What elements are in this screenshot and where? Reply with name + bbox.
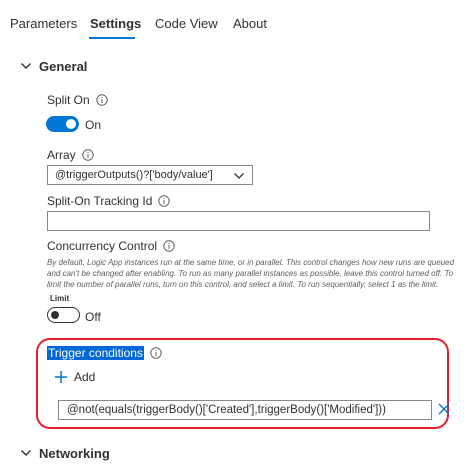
limit-label: Limit — [50, 294, 70, 303]
info-icon[interactable] — [150, 347, 162, 359]
info-icon[interactable] — [81, 149, 94, 161]
array-value: @triggerOutputs()?['body/value'] — [55, 169, 213, 181]
trigger-conditions-label-row: Trigger conditions — [47, 346, 162, 360]
concurrency-description: By default, Logic App instances run at t… — [47, 258, 455, 289]
add-condition-button[interactable]: Add — [54, 370, 95, 384]
general-section-header[interactable]: General — [20, 56, 87, 76]
chevron-down-icon — [21, 450, 31, 456]
split-on-toggle[interactable] — [46, 116, 79, 132]
tracking-label: Split-On Tracking Id — [47, 194, 153, 208]
info-icon[interactable] — [158, 195, 171, 207]
plus-icon — [55, 371, 67, 383]
tab-bar: Parameters Settings Code View About — [0, 0, 474, 42]
split-on-label: Split On — [47, 93, 90, 107]
active-tab-indicator — [89, 37, 135, 39]
add-label: Add — [74, 370, 96, 384]
array-label: Array — [47, 148, 76, 162]
limit-toggle[interactable] — [47, 307, 80, 323]
general-section-title: General — [39, 58, 88, 74]
split-on-state: On — [85, 118, 102, 132]
close-icon[interactable] — [437, 402, 451, 416]
tracking-label-row: Split-On Tracking Id — [47, 194, 171, 208]
array-label-row: Array — [47, 148, 94, 162]
limit-state: Off — [85, 310, 101, 324]
info-icon[interactable] — [95, 94, 108, 106]
networking-section-title: Networking — [39, 445, 110, 461]
chevron-down-icon — [234, 173, 244, 179]
tab-parameters[interactable]: Parameters — [10, 16, 77, 31]
tracking-id-input[interactable] — [47, 211, 430, 231]
trigger-conditions-label: Trigger conditions — [47, 346, 144, 360]
array-dropdown[interactable]: @triggerOutputs()?['body/value'] — [47, 165, 253, 185]
split-on-label-row: Split On — [47, 93, 108, 107]
concurrency-label-row: Concurrency Control — [47, 239, 175, 253]
tab-settings[interactable]: Settings — [90, 16, 141, 31]
tab-code-view[interactable]: Code View — [155, 16, 218, 31]
networking-section-header[interactable]: Networking — [20, 443, 110, 463]
trigger-condition-input[interactable]: @not(equals(triggerBody()['Created'],tri… — [58, 400, 432, 420]
info-icon[interactable] — [163, 240, 175, 252]
concurrency-label: Concurrency Control — [47, 239, 158, 253]
tab-about[interactable]: About — [233, 16, 267, 31]
chevron-down-icon — [21, 63, 31, 69]
